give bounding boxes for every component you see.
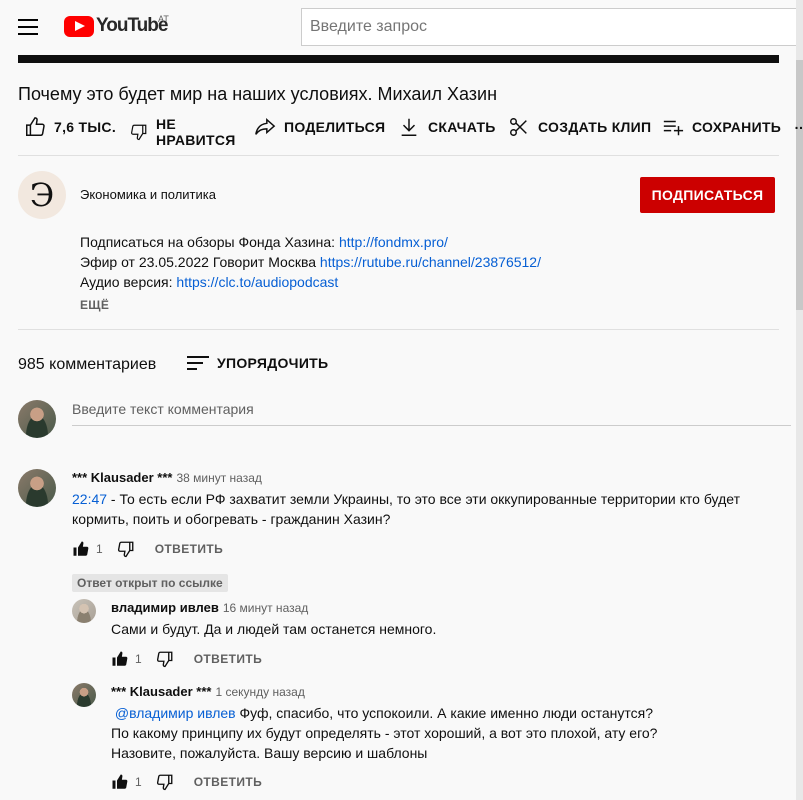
- reply-author-avatar[interactable]: [72, 599, 96, 623]
- subscribe-button[interactable]: ПОДПИСАТЬСЯ: [640, 177, 775, 213]
- scrollbar-thumb[interactable]: [796, 60, 803, 310]
- dislike-label-2: НРАВИТСЯ: [156, 132, 236, 148]
- sort-button[interactable]: УПОРЯДОЧИТЬ: [187, 352, 328, 374]
- playlist-add-icon: [663, 120, 684, 136]
- video-title: Почему это будет мир на наших условиях. …: [18, 84, 498, 104]
- sort-label: УПОРЯДОЧИТЬ: [217, 355, 329, 371]
- reply-text-line-2: По какому принципу их будут определять -…: [111, 725, 658, 741]
- search-input[interactable]: [302, 9, 803, 45]
- reply-text: Сами и будут. Да и людей там останется н…: [111, 621, 437, 637]
- comment-text-line-2: кормить, поить и обогревать - гражданин …: [72, 511, 391, 527]
- country-code: AT: [158, 14, 169, 24]
- comment-like-count: 1: [96, 542, 103, 556]
- menu-icon[interactable]: [16, 14, 40, 38]
- save-button[interactable]: СОХРАНИТЬ: [662, 116, 781, 138]
- channel-avatar[interactable]: Э: [18, 171, 66, 219]
- reply-author[interactable]: *** Klausader *** 1 секунду назад: [111, 684, 305, 699]
- divider: [18, 155, 779, 156]
- reply-button[interactable]: ОТВЕТИТЬ: [155, 542, 223, 556]
- desc-line-2: Эфир от 23.05.2022 Говорит Москва: [80, 254, 320, 270]
- thumb-down-icon[interactable]: [156, 650, 174, 668]
- reply-author-avatar[interactable]: [72, 683, 96, 707]
- sort-icon: [187, 352, 209, 374]
- more-actions-icon: …: [794, 116, 803, 132]
- reply-author-name: *** Klausader ***: [111, 684, 212, 699]
- comment-count: 985 комментариев: [18, 356, 157, 373]
- desc-link-3[interactable]: https://clc.to/audiopodcast: [176, 274, 338, 290]
- share-button[interactable]: ПОДЕЛИТЬСЯ: [254, 116, 385, 138]
- thumb-up-icon[interactable]: [111, 650, 129, 668]
- reply-like-count: 1: [135, 652, 142, 666]
- share-label: ПОДЕЛИТЬСЯ: [284, 119, 386, 135]
- dislike-label: НЕ НРАВИТСЯ: [156, 116, 236, 148]
- reply-text: @владимир ивлев Фуф, спасибо, что успоко…: [111, 703, 791, 763]
- reply-time[interactable]: 16 минут назад: [223, 601, 308, 615]
- download-button[interactable]: СКАЧАТЬ: [398, 116, 496, 138]
- clip-label: СОЗДАТЬ КЛИП: [538, 119, 652, 135]
- reply-author-name: владимир ивлев: [111, 600, 219, 615]
- comment-input[interactable]: Введите текст комментария: [72, 401, 254, 417]
- video-description: Подписаться на обзоры Фонда Хазина: http…: [80, 232, 541, 292]
- desc-link-2[interactable]: https://rutube.ru/channel/23876512/: [320, 254, 541, 270]
- comment-time[interactable]: 38 минут назад: [176, 471, 261, 485]
- thumb-up-icon: [26, 117, 45, 136]
- comment-text: 22:47 - То есть если РФ захватит земли У…: [72, 489, 792, 529]
- video-player-bottom[interactable]: [18, 55, 779, 63]
- reply-author[interactable]: владимир ивлев 16 минут назад: [111, 600, 308, 615]
- like-button[interactable]: 7,6 ТЫС.: [24, 116, 116, 138]
- thumb-down-icon: [131, 124, 147, 141]
- share-icon: [255, 118, 276, 135]
- youtube-play-icon: [64, 15, 94, 37]
- thumb-up-icon[interactable]: [111, 773, 129, 791]
- desc-line-3: Аудио версия:: [80, 274, 177, 290]
- download-icon: [401, 118, 417, 136]
- channel-name[interactable]: Экономика и политика: [80, 187, 216, 202]
- reply-text-line-3: Назовите, пожалуйста. Вашу версию и шабл…: [111, 745, 428, 761]
- search-box: [301, 8, 803, 46]
- comment-timestamp-link[interactable]: 22:47: [72, 491, 107, 507]
- comment-author-avatar[interactable]: [18, 469, 56, 507]
- comment-author[interactable]: *** Klausader *** 38 минут назад: [72, 470, 262, 485]
- desc-link-1[interactable]: http://fondmx.pro/: [339, 234, 448, 250]
- more-actions-button[interactable]: …: [794, 116, 803, 132]
- divider: [18, 329, 779, 330]
- comment-input-underline: [72, 425, 791, 426]
- thumb-down-icon[interactable]: [117, 540, 135, 558]
- reply-text-line-1: Фуф, спасибо, что успокоили. А какие име…: [235, 705, 654, 721]
- dislike-button[interactable]: НЕ НРАВИТСЯ: [130, 116, 236, 148]
- reply-like-count: 1: [135, 775, 142, 789]
- reply-time[interactable]: 1 секунду назад: [215, 685, 304, 699]
- show-more-button[interactable]: ЕЩЁ: [80, 298, 109, 312]
- reply-mention-link[interactable]: @владимир ивлев: [115, 705, 236, 721]
- save-label: СОХРАНИТЬ: [692, 119, 782, 135]
- clip-button[interactable]: СОЗДАТЬ КЛИП: [508, 116, 651, 138]
- thumb-down-icon[interactable]: [156, 773, 174, 791]
- like-count: 7,6 ТЫС.: [54, 119, 117, 135]
- thumb-up-icon[interactable]: [72, 540, 90, 558]
- scissors-icon: [510, 118, 527, 136]
- channel-avatar-letter: Э: [29, 176, 55, 214]
- logo-text: YouTube: [96, 15, 168, 36]
- comment-author-name: *** Klausader ***: [72, 470, 173, 485]
- comment-text-line-1: - То есть если РФ захватит земли Украины…: [107, 491, 740, 507]
- reply-toolbar: 1 ОТВЕТИТЬ: [111, 773, 262, 791]
- download-label: СКАЧАТЬ: [428, 119, 496, 135]
- dislike-label-1: НЕ: [156, 116, 177, 132]
- reply-button[interactable]: ОТВЕТИТЬ: [194, 652, 262, 666]
- reply-button[interactable]: ОТВЕТИТЬ: [194, 775, 262, 789]
- desc-line-1: Подписаться на обзоры Фонда Хазина:: [80, 234, 339, 250]
- linked-comment-badge: Ответ открыт по ссылке: [72, 574, 228, 592]
- comment-toolbar: 1 ОТВЕТИТЬ: [72, 540, 223, 558]
- youtube-logo[interactable]: YouTube AT: [64, 14, 169, 38]
- user-avatar: [18, 400, 56, 438]
- reply-toolbar: 1 ОТВЕТИТЬ: [111, 650, 262, 668]
